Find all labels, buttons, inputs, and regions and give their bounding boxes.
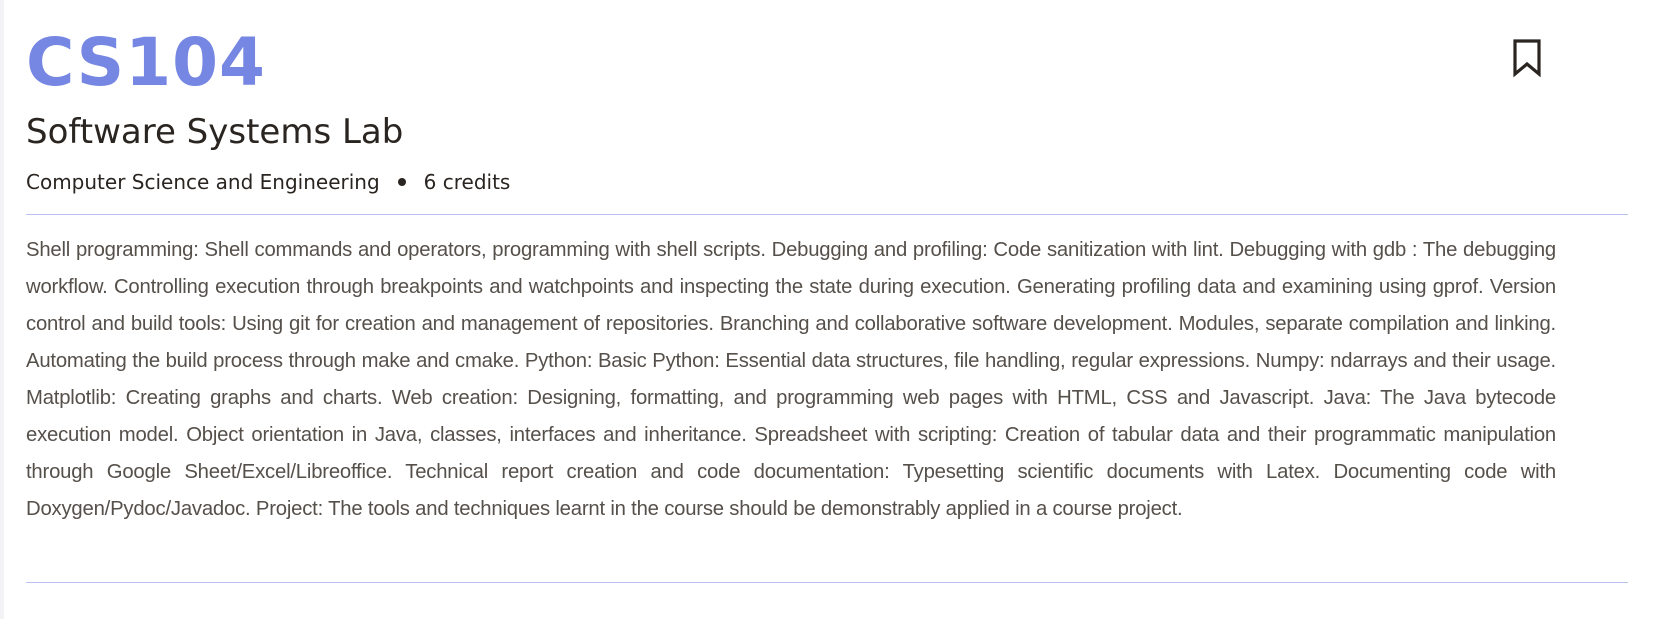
- bookmark-icon[interactable]: [1512, 38, 1542, 78]
- course-title: Software Systems Lab: [26, 112, 404, 152]
- course-card: CS104 Software Systems Lab Computer Scie…: [26, 0, 1628, 619]
- course-department: Computer Science and Engineering: [26, 170, 380, 194]
- course-credits: 6 credits: [423, 170, 511, 194]
- page-edge: [0, 0, 4, 619]
- course-meta: Computer Science and Engineering 6 credi…: [26, 168, 510, 196]
- course-code: CS104: [26, 24, 266, 101]
- course-description: Shell programming: Shell commands and op…: [26, 239, 1556, 520]
- separator-dot: [397, 178, 406, 186]
- divider: [26, 214, 1628, 215]
- divider-bottom: [26, 582, 1628, 583]
